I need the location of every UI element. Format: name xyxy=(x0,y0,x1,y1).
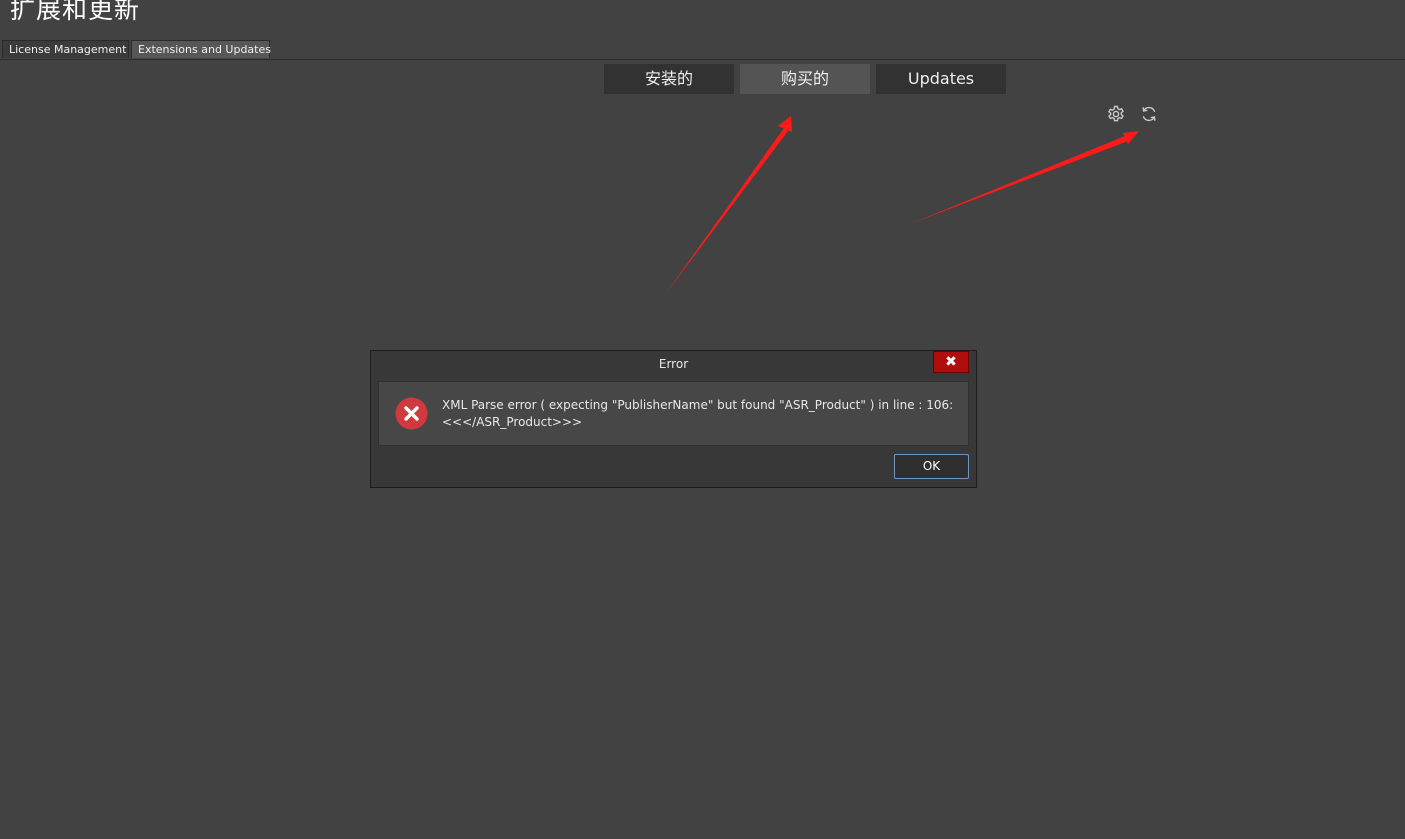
close-button[interactable]: ✖ xyxy=(933,351,969,373)
dialog-body: XML Parse error ( expecting "PublisherNa… xyxy=(378,381,969,446)
tab-license-management[interactable]: License Management xyxy=(2,40,129,58)
ok-button[interactable]: OK xyxy=(894,454,969,479)
segment-purchased[interactable]: 购买的 xyxy=(740,64,870,94)
segment-updates[interactable]: Updates xyxy=(876,64,1006,94)
refresh-icon[interactable] xyxy=(1139,104,1159,124)
segment-installed[interactable]: 安装的 xyxy=(604,64,734,94)
tab-extensions-and-updates[interactable]: Extensions and Updates xyxy=(131,40,271,58)
annotation-arrow-refresh xyxy=(910,131,1139,224)
error-message-line-2: <<</ASR_Product>>> xyxy=(442,415,583,429)
gear-icon[interactable] xyxy=(1106,104,1126,124)
error-message-line-1: XML Parse error ( expecting "PublisherNa… xyxy=(442,398,954,412)
error-dialog: Error ✖ XML Parse error ( expecting "Pub… xyxy=(370,350,977,488)
annotation-arrow-purchased xyxy=(664,116,792,296)
error-icon xyxy=(395,397,428,430)
dialog-title: Error xyxy=(658,357,689,371)
tab-bar: License Management Extensions and Update… xyxy=(0,40,1405,60)
error-message: XML Parse error ( expecting "PublisherNa… xyxy=(442,397,953,431)
page-title: 扩展和更新 xyxy=(10,0,141,24)
